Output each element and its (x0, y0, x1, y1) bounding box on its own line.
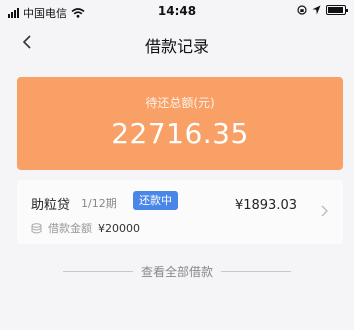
outstanding-amount: 22716.35 (111, 117, 249, 150)
view-all-loans-link[interactable]: 查看全部借款 (141, 263, 213, 280)
location-icon (312, 5, 321, 15)
principal-label: 借款金额 (48, 222, 92, 235)
page-title: 借款记录 (144, 37, 209, 56)
coin-stack-icon (31, 222, 42, 233)
outstanding-label: 待还总额(元) (145, 96, 215, 110)
status-right (297, 5, 348, 15)
orientation-lock-icon (297, 5, 307, 15)
loan-status-badge: 还款中 (133, 191, 178, 210)
divider-left (62, 270, 133, 272)
status-bar: 中国电信 14:48 (0, 0, 354, 26)
loan-record-item[interactable]: 助粒贷 1/12期 还款中 ¥1893.03 借款金额 ¥20000 (17, 180, 343, 244)
loan-product-name: 助粒贷 (31, 198, 71, 213)
loan-period: 1/12期 (81, 197, 117, 210)
chevron-right-icon (321, 205, 328, 217)
view-all-row: 查看全部借款 (0, 262, 354, 280)
battery-icon (326, 5, 348, 15)
principal-value: ¥20000 (98, 221, 140, 235)
nav-bar: 借款记录 (0, 26, 354, 60)
outstanding-summary-card: 待还总额(元) 22716.35 (17, 77, 343, 170)
divider-right (221, 270, 291, 272)
loan-principal-row: 借款金额 ¥20000 (31, 220, 140, 236)
loan-installment-amount: ¥1893.03 (234, 198, 297, 213)
